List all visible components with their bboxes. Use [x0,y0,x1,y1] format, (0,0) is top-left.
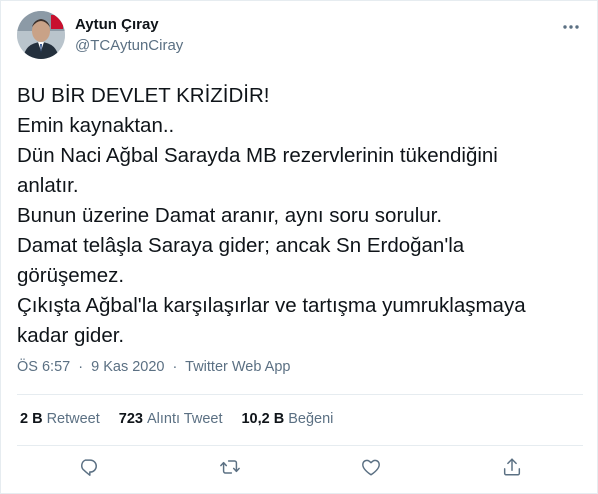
meta-separator: · [78,359,84,375]
retweet-icon[interactable] [219,456,241,478]
retweets-stat[interactable]: 2 B Retweet [20,411,100,427]
user-name[interactable]: Aytun Çıray [75,16,159,33]
tweet-line: Çıkışta Ağbal'la karşılaşırlar ve tartış… [17,294,526,317]
tweet-card: Aytun Çıray @TCAytunCiray BU BİR DEVLET … [0,0,598,494]
likes-label: Beğeni [288,411,334,427]
tweet-line: kadar gider. [17,324,125,347]
quotes-stat[interactable]: 723 Alıntı Tweet [119,411,223,427]
tweet-time[interactable]: ÖS 6:57 [17,359,70,375]
divider [17,445,583,446]
tweet-text: BU BİR DEVLET KRİZİDİR! Emin kaynaktan..… [17,81,587,351]
likes-stat[interactable]: 10,2 B Beğeni [241,411,333,427]
share-icon[interactable] [501,456,523,478]
likes-count: 10,2 B [241,411,285,427]
heart-icon[interactable] [360,456,382,478]
retweets-count: 2 B [20,411,43,427]
tweet-line: Dün Naci Ağbal Sarayda MB rezervlerinin … [17,144,498,167]
tweet-source-app[interactable]: Twitter Web App [185,359,290,375]
profile-photo-icon [17,11,65,59]
quotes-count: 723 [118,411,143,427]
avatar[interactable] [17,11,65,59]
more-horizontal-icon[interactable] [557,13,585,41]
tweet-line: Damat telâşla Saraya gider; ancak Sn Erd… [17,234,465,257]
tweet-line: Bunun üzerine Damat aranır, aynı soru so… [17,204,443,227]
quotes-label: Alıntı Tweet [146,411,223,427]
tweet-line: BU BİR DEVLET KRİZİDİR! [17,84,270,107]
tweet-date[interactable]: 9 Kas 2020 [91,359,164,375]
divider [17,394,583,395]
tweet-line: Emin kaynaktan.. [17,114,175,137]
tweet-line: görüşemez. [17,264,125,287]
reply-icon[interactable] [77,456,99,478]
retweets-label: Retweet [46,411,100,427]
tweet-stats: 2 B Retweet 723 Alıntı Tweet 10,2 B Beğeni [20,411,352,427]
user-handle[interactable]: @TCAytunCiray [75,37,183,54]
meta-separator: · [172,359,178,375]
tweet-line: anlatır. [17,174,79,197]
tweet-meta: ÖS 6:57 · 9 Kas 2020 · Twitter Web App [17,359,290,375]
action-bar [1,456,598,482]
